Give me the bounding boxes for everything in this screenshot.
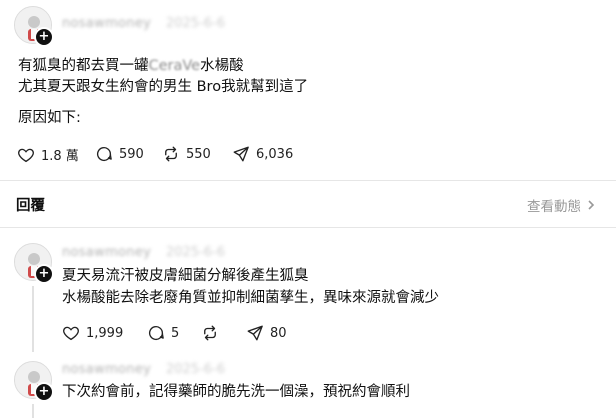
like-button[interactable]: 1,999 [62,324,123,342]
send-icon [233,146,249,162]
comment-button[interactable]: 590 [95,145,144,163]
share-button[interactable]: 80 [246,324,287,342]
chevron-right-icon [588,200,595,210]
repost-count: 550 [186,146,211,162]
reply-date: 2025-6-6 [166,362,226,377]
share-button[interactable]: 6,036 [232,145,293,163]
comment-icon [148,325,164,341]
repost-button[interactable]: 550 [162,145,211,163]
post-text-line-1: 有狐臭的都去買一罐CeraVe水楊酸 [18,58,244,74]
reply-text-line-1: 夏天易流汗被皮膚細菌分解後產生狐臭 [62,268,309,284]
post-date: 2025-6-6 [166,16,226,31]
reply-username[interactable]: nosawmoney [62,362,151,377]
share-count: 6,036 [256,146,294,162]
divider [0,180,616,181]
comment-button[interactable]: 5 [147,324,179,342]
repost-icon [165,146,177,162]
send-icon [247,325,263,341]
like-count: 1.8 萬 [41,149,79,164]
follow-plus-icon[interactable]: + [34,264,54,284]
thread-line [32,404,34,418]
divider [0,227,616,228]
thread-line [32,286,34,352]
comment-count: 590 [119,146,144,162]
comment-icon [96,146,112,162]
reply-text-line-2: 水楊酸能去除老廢角質並抑制細菌孳生，異味來源就會減少 [62,290,439,306]
repost-button[interactable] [201,324,225,342]
heart-icon [18,148,34,162]
follow-plus-icon[interactable]: + [34,27,54,47]
comment-count: 5 [171,325,180,341]
like-button[interactable]: 1.8 萬 [17,145,79,164]
reply-username[interactable]: nosawmoney [62,245,151,260]
heart-icon [63,326,79,341]
blurred-brand: CeraVe [148,58,201,74]
share-count: 80 [270,325,287,341]
post-text-line-2: 尤其夏天跟女生約會的男生 Bro我就幫到這了 [18,79,309,95]
post-username[interactable]: nosawmoney [62,16,151,31]
like-count: 1,999 [86,325,124,341]
repost-icon [204,325,216,341]
reply-text-line-1: 下次約會前，記得藥師的脆先洗一個澡，預祝約會順利 [62,384,410,400]
follow-plus-icon[interactable]: + [34,382,54,402]
post-text-line-3: 原因如下: [18,110,81,126]
reply-date: 2025-6-6 [166,245,226,260]
replies-title: 回覆 [16,198,45,214]
view-activity-link[interactable]: 查看動態 [527,195,597,215]
